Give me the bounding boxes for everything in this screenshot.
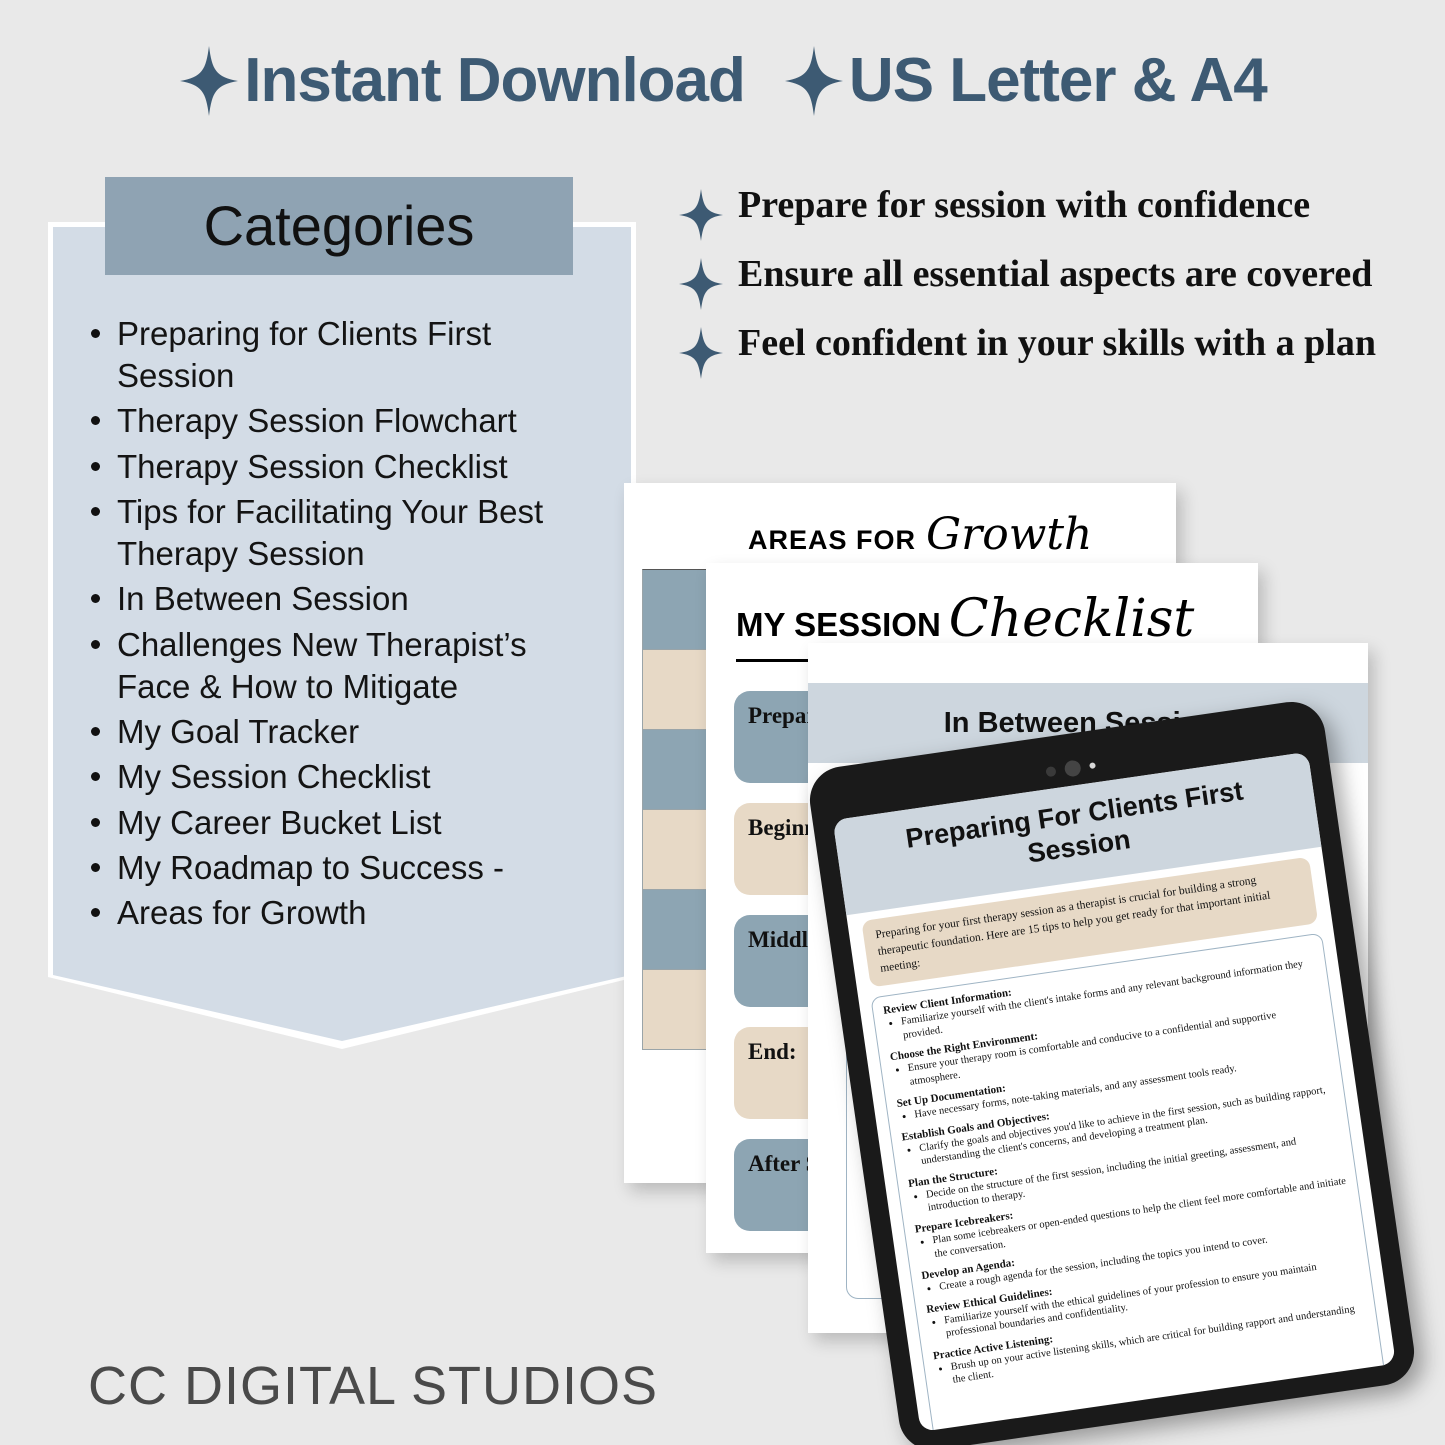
- categories-banner-body: Categories Preparing for Clients First S…: [48, 177, 636, 972]
- tablet-screen: Preparing For Clients First Session Prep…: [832, 751, 1396, 1432]
- sheet-heading: MY SESSION Checklist: [736, 589, 1194, 649]
- list-item: In Between Session: [79, 578, 605, 620]
- four-point-star-icon: [678, 257, 724, 316]
- list-item: My Career Bucket List: [79, 802, 605, 844]
- sheet-heading-kicker: AREAS FOR: [748, 525, 917, 555]
- list-item: Areas for Growth: [79, 892, 605, 934]
- badge-label: US Letter & A4: [848, 46, 1268, 115]
- header-badges: Instant Download US Letter & A4: [0, 44, 1445, 118]
- sheet-heading-kicker: MY SESSION: [736, 606, 941, 643]
- list-item: Therapy Session Flowchart: [79, 400, 605, 442]
- badge-label: Instant Download: [244, 46, 746, 115]
- camera-lens-icon: [1063, 759, 1082, 778]
- tablet-tips-box: Review Client Information: Familiarize y…: [870, 933, 1388, 1432]
- four-point-star-icon: [178, 44, 240, 118]
- badge-instant-download: Instant Download: [178, 44, 746, 118]
- sheet-heading-script: Checklist: [948, 589, 1195, 649]
- poster-canvas: Instant Download US Letter & A4 Categori…: [0, 0, 1445, 1445]
- benefit-item: Feel confident in your skills with a pla…: [678, 320, 1378, 385]
- benefit-label: Prepare for session with confidence: [738, 184, 1311, 226]
- list-item: Preparing for Clients First Session: [79, 313, 605, 397]
- benefit-item: Prepare for session with confidence: [678, 182, 1378, 247]
- four-point-star-icon: [678, 326, 724, 385]
- banner-chevron-notch: [48, 971, 636, 1050]
- list-item: My Session Checklist: [79, 756, 605, 798]
- four-point-star-icon: [678, 188, 724, 247]
- benefit-item: Ensure all essential aspects are covered: [678, 251, 1378, 316]
- list-item: My Goal Tracker: [79, 711, 605, 753]
- sheet-heading-script: Growth: [926, 509, 1093, 560]
- badge-us-letter-a4: US Letter & A4: [783, 44, 1268, 118]
- brand-footer: CC DIGITAL STUDIOS: [88, 1356, 659, 1416]
- sheet-heading: AREAS FOR Growth: [748, 509, 1092, 560]
- tablet-device-mockup: Preparing For Clients First Session Prep…: [805, 697, 1419, 1445]
- benefit-label: Ensure all essential aspects are covered: [738, 253, 1373, 295]
- categories-list: Preparing for Clients First Session Ther…: [79, 313, 605, 934]
- categories-title-plate: Categories: [105, 177, 573, 275]
- benefit-label: Feel confident in your skills with a pla…: [738, 322, 1377, 364]
- camera-dot-icon: [1045, 765, 1057, 778]
- list-item: My Roadmap to Success -: [79, 847, 605, 889]
- four-point-star-icon: [783, 44, 845, 118]
- page-title: Categories: [203, 194, 475, 257]
- list-item: Challenges New Therapist’s Face & How to…: [79, 624, 605, 708]
- sensor-dot-icon: [1089, 762, 1096, 770]
- categories-panel: Categories Preparing for Clients First S…: [48, 177, 636, 1050]
- list-item: Tips for Facilitating Your Best Therapy …: [79, 491, 605, 575]
- list-item: Therapy Session Checklist: [79, 446, 605, 488]
- benefits-list: Prepare for session with confidence Ensu…: [678, 182, 1378, 389]
- step-pill-label: End:: [748, 1039, 797, 1064]
